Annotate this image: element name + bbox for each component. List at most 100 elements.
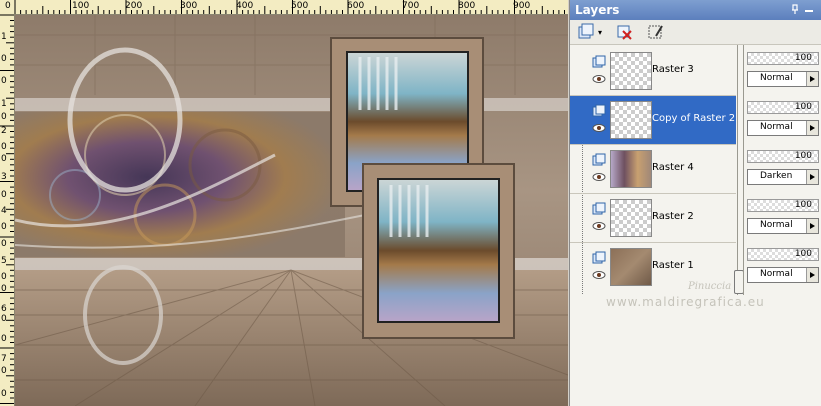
ruler-label: 0 [1,366,7,376]
layer-name: Copy of Raster 2 [652,113,736,124]
opacity-value: 100 [794,200,812,210]
document-image[interactable] [15,15,568,406]
ruler-label: 1 [1,32,7,42]
layer-name: Raster 1 [652,260,694,271]
dropdown-arrow-icon[interactable] [806,268,818,282]
blend-mode-select[interactable]: Darken [747,169,819,185]
ruler-label: 0 [1,272,7,282]
column-divider [737,45,738,295]
visibility-eye-icon[interactable] [592,221,606,231]
horizontal-ruler: 0 100 200 300 400 500 600 700 800 900 [0,0,568,15]
opacity-slider[interactable]: 100 [747,150,819,163]
opacity-slider[interactable]: 100 [747,52,819,65]
layer-thumbnail[interactable] [610,101,652,139]
layer-properties: 100 Normal [745,194,821,242]
visibility-eye-icon[interactable] [592,172,606,182]
layer-thumbnail[interactable] [610,248,652,286]
watermark-signature: Pinuccia [688,281,732,292]
ruler-label: 2 [1,126,7,136]
ruler-ticks [14,0,565,14]
dropdown-arrow-icon[interactable]: ▾ [598,28,602,37]
dropdown-arrow-icon[interactable] [806,72,818,86]
raster-layer-icon[interactable] [592,104,606,118]
layer-properties: 100 Normal [745,96,821,144]
blend-mode-value: Normal [760,220,793,230]
visibility-eye-icon[interactable] [592,270,606,280]
edit-selection-icon[interactable] [646,22,666,42]
blend-mode-value: Normal [760,122,793,132]
image-canvas-area[interactable]: 0 100 200 300 400 500 600 700 800 900 1 0… [0,0,568,406]
layer-row[interactable]: Raster 2 [570,194,736,242]
layer-row[interactable]: Copy of Raster 2 [570,96,736,144]
ruler-label: 0 [1,76,7,86]
layer-name: Raster 3 [652,64,694,75]
row-separator [570,242,736,243]
layer-properties: 100 Normal [745,243,821,291]
palette-empty-area: Pinuccia www.maldiregrafica.eu [570,281,821,406]
layers-palette: Layers ▾ Raster 3 Copy of Raster 2 Raster … [569,0,821,406]
layer-list: Raster 3 Copy of Raster 2 Raster 4 Raster 2… [570,45,736,314]
visibility-eye-icon[interactable] [592,74,606,84]
pin-icon[interactable] [790,4,800,14]
blend-mode-select[interactable]: Normal [747,218,819,234]
blend-mode-select[interactable]: Normal [747,71,819,87]
blend-mode-select[interactable]: Normal [747,120,819,136]
palette-title-bar[interactable]: Layers [570,0,821,20]
ruler-label: 0 [1,190,7,200]
ruler-label: 0 [1,222,7,232]
blend-mode-value: Normal [760,269,793,279]
blend-mode-value: Darken [760,171,793,181]
vertical-ruler: 1001020030400500600700 [0,14,15,406]
ruler-label: 3 [1,172,7,182]
ruler-label: 0 [1,54,7,64]
layer-thumbnail[interactable] [610,52,652,90]
delete-layer-icon[interactable] [614,22,634,42]
layer-properties: 100 Normal [745,47,821,95]
layer-properties-column: 100 Normal 100 Normal 100 Darken 100 Normal 100 N… [745,45,821,295]
ruler-label: 6 [1,304,7,314]
blend-mode-value: Normal [760,73,793,83]
layer-name: Raster 4 [652,162,694,173]
ruler-label: 7 [1,354,7,364]
row-separator [570,193,736,194]
ruler-label: 0 [1,154,7,164]
ruler-label: 0 [1,142,7,152]
new-layer-icon[interactable] [576,22,596,42]
opacity-value: 100 [794,151,812,161]
opacity-slider[interactable]: 100 [747,101,819,114]
ruler-label: 0 [1,389,7,399]
layer-row[interactable]: Raster 3 [570,47,736,95]
composition-artwork [15,15,568,406]
layer-row[interactable]: Raster 4 [570,145,736,193]
raster-layer-icon[interactable] [592,251,606,265]
layers-toolbar: ▾ [570,20,821,45]
opacity-value: 100 [794,53,812,63]
dropdown-arrow-icon[interactable] [806,121,818,135]
ruler-label: 0 [1,112,7,122]
ruler-label: 0 [1,239,7,249]
dropdown-arrow-icon[interactable] [806,219,818,233]
column-divider [743,45,744,295]
opacity-value: 100 [794,249,812,259]
opacity-value: 100 [794,102,812,112]
raster-layer-icon[interactable] [592,202,606,216]
raster-layer-icon[interactable] [592,55,606,69]
layer-name: Raster 2 [652,211,694,222]
minimize-icon[interactable] [804,4,814,14]
row-separator [570,144,736,145]
ruler-label: 0 [1,284,7,294]
watermark-url: www.maldiregrafica.eu [606,295,765,309]
ruler-label: 1 [1,99,7,109]
layer-thumbnail[interactable] [610,199,652,237]
visibility-eye-icon[interactable] [592,123,606,133]
dropdown-arrow-icon[interactable] [806,170,818,184]
opacity-slider[interactable]: 100 [747,199,819,212]
raster-layer-icon[interactable] [592,153,606,167]
ruler-label: 5 [1,256,7,266]
layer-thumbnail[interactable] [610,150,652,188]
opacity-slider[interactable]: 100 [747,248,819,261]
layer-properties: 100 Darken [745,145,821,193]
palette-title: Layers [575,3,620,17]
blend-mode-select[interactable]: Normal [747,267,819,283]
ruler-label: 4 [1,206,7,216]
